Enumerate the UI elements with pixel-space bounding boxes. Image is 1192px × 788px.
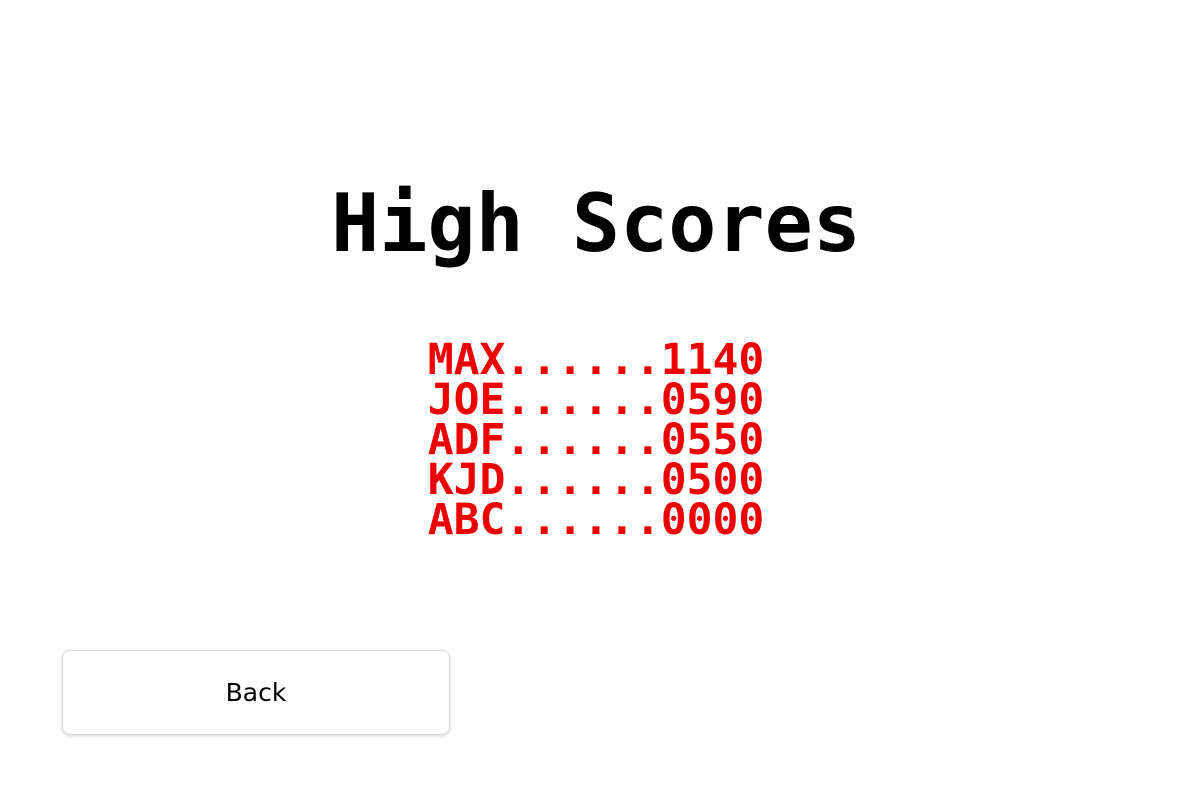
score-list: MAX......1140 JOE......0590 ADF......055… — [0, 339, 1192, 542]
score-row: JOE......0590 — [428, 379, 765, 422]
player-score: 0000 — [660, 495, 765, 545]
score-row: MAX......1140 — [428, 339, 765, 382]
score-dots: ...... — [505, 495, 661, 545]
score-row: ADF......0550 — [428, 419, 765, 462]
score-row: ABC......0000 — [428, 499, 765, 542]
back-button[interactable]: Back — [62, 650, 450, 735]
high-scores-screen: High Scores MAX......1140 JOE......0590 … — [0, 0, 1192, 788]
player-name: ABC — [427, 495, 506, 545]
page-title: High Scores — [331, 177, 861, 270]
back-button-label: Back — [225, 678, 287, 707]
score-row: KJD......0500 — [428, 459, 765, 502]
